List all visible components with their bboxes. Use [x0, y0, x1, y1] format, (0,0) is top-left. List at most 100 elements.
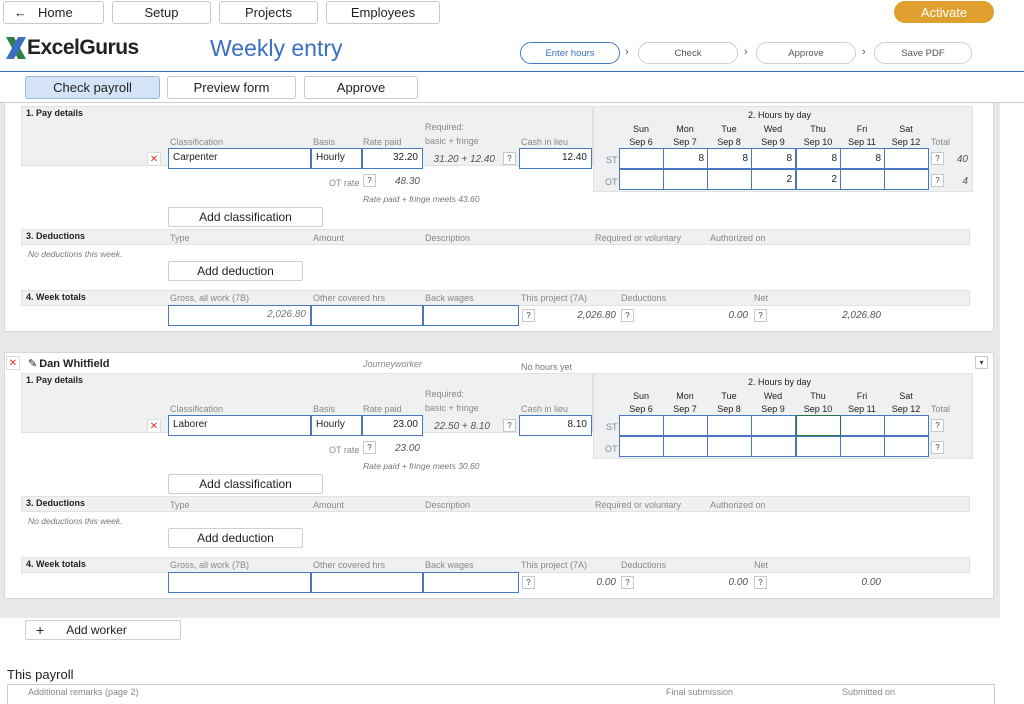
hours-by-day-label: 2. Hours by day [748, 110, 812, 120]
ot-hours-cell[interactable] [796, 436, 841, 457]
help-icon[interactable]: ? [931, 419, 944, 432]
st-hours-cell[interactable] [796, 415, 841, 436]
basis-field[interactable]: Hourly [311, 415, 362, 436]
help-icon[interactable]: ? [931, 152, 944, 165]
help-icon[interactable]: ? [754, 309, 767, 322]
st-hours-cell[interactable]: 8 [796, 148, 841, 169]
rate-meets-note: Rate paid + fringe meets 30.60 [363, 461, 480, 471]
day-header: Mon Sep 7 [663, 123, 707, 149]
classification-field[interactable]: Laborer [168, 415, 311, 436]
deductions-value: 0.00 [728, 577, 748, 588]
add-classification-button[interactable]: Add classification [168, 474, 323, 494]
rate-paid-field[interactable]: 32.20 [362, 148, 423, 169]
cash-in-lieu-field[interactable]: 12.40 [519, 148, 592, 169]
step-save-pdf[interactable]: Save PDF [874, 42, 972, 64]
ot-hours-cell[interactable] [663, 436, 708, 457]
help-icon[interactable]: ? [522, 309, 535, 322]
help-icon[interactable]: ? [621, 309, 634, 322]
ot-hours-cell[interactable] [884, 169, 929, 190]
ot-hours-cell[interactable] [840, 169, 885, 190]
tab-preview-form[interactable]: Preview form [167, 76, 296, 99]
ot-hours-cell[interactable] [751, 436, 796, 457]
gross-label: Gross, all work (7B) [170, 293, 250, 303]
remove-classification-icon[interactable]: ✕ [147, 419, 161, 433]
edit-name[interactable]: ✎ Dan Whitfield [28, 357, 110, 371]
help-icon[interactable]: ? [621, 576, 634, 589]
logo: ExcelGurus [5, 35, 139, 61]
help-icon[interactable]: ? [503, 152, 516, 165]
ot-hours-cell[interactable]: 2 [796, 169, 841, 190]
step-enter-hours[interactable]: Enter hours [520, 42, 620, 64]
employees-button[interactable]: Employees [326, 1, 440, 24]
help-icon[interactable]: ? [522, 576, 535, 589]
ot-hours-cell[interactable] [619, 436, 664, 457]
this-project-label: This project (7A) [521, 293, 588, 303]
back-arrow-icon: ← [14, 5, 27, 20]
setup-button[interactable]: Setup [112, 1, 211, 24]
st-hours-cell[interactable] [840, 415, 885, 436]
home-button[interactable]: ← Home [3, 1, 104, 24]
st-hours-cell[interactable] [663, 415, 708, 436]
tab-approve[interactable]: Approve [304, 76, 418, 99]
authorized-on-label: Authorized on [710, 500, 766, 510]
help-icon[interactable]: ? [363, 174, 376, 187]
cash-in-lieu-field[interactable]: 8.10 [519, 415, 592, 436]
st-hours-cell[interactable]: 8 [663, 148, 708, 169]
tab-check-payroll[interactable]: Check payroll [25, 76, 160, 99]
pencil-icon: ✎ [28, 358, 38, 370]
help-icon[interactable]: ? [363, 441, 376, 454]
st-hours-cell[interactable]: 8 [840, 148, 885, 169]
help-icon[interactable]: ? [503, 419, 516, 432]
this-project-value: 2,026.80 [577, 310, 616, 321]
add-worker-button[interactable]: + Add worker [25, 620, 181, 640]
ot-hours-cell[interactable] [884, 436, 929, 457]
ot-hours-cell[interactable] [663, 169, 708, 190]
st-hours-cell[interactable] [619, 148, 664, 169]
add-deduction-button[interactable]: Add deduction [168, 261, 303, 281]
remove-classification-icon[interactable]: ✕ [147, 152, 161, 166]
add-deduction-button[interactable]: Add deduction [168, 528, 303, 548]
st-hours-cell[interactable] [751, 415, 796, 436]
other-hrs-field[interactable] [311, 572, 423, 593]
gross-field[interactable] [168, 572, 311, 593]
ot-hours-cell[interactable] [707, 436, 752, 457]
step-check[interactable]: Check [638, 42, 738, 64]
worker-name: Dan Whitfield [39, 357, 110, 370]
projects-button[interactable]: Projects [219, 1, 318, 24]
st-hours-cell[interactable]: 8 [751, 148, 796, 169]
cash-in-lieu-label: Cash in lieu [521, 137, 569, 147]
day-name: Sun [632, 124, 649, 134]
ot-hours-cell[interactable] [619, 169, 664, 190]
ot-rate-value: 48.30 [394, 176, 420, 187]
ot-hours-cell[interactable]: 2 [751, 169, 796, 190]
classification-field[interactable]: Carpenter [168, 148, 311, 169]
collapse-toggle-icon[interactable]: ▾ [975, 356, 988, 369]
remove-worker-icon[interactable]: ✕ [6, 356, 20, 370]
this-project-label: This project (7A) [521, 560, 588, 570]
other-hrs-field[interactable] [311, 305, 423, 326]
add-classification-button[interactable]: Add classification [168, 207, 323, 227]
deductions-col-label: Deductions [621, 293, 667, 303]
gross-field[interactable]: 2,026.80 [168, 305, 311, 326]
basis-field[interactable]: Hourly [311, 148, 362, 169]
day-name: Fri [856, 391, 868, 401]
help-icon[interactable]: ? [754, 576, 767, 589]
st-hours-cell[interactable]: 8 [707, 148, 752, 169]
ot-rate-label: OT rate [329, 178, 360, 188]
activate-button[interactable]: Activate [894, 1, 994, 23]
ot-hours-cell[interactable] [707, 169, 752, 190]
ot-hours-cell[interactable] [840, 436, 885, 457]
rate-paid-field[interactable]: 23.00 [362, 415, 423, 436]
deductions-header: 3. Deductions [21, 229, 970, 245]
step-approve[interactable]: Approve [756, 42, 856, 64]
week-totals-header: 4. Week totals [21, 290, 970, 306]
back-wages-field[interactable] [423, 305, 519, 326]
help-icon[interactable]: ? [931, 441, 944, 454]
st-hours-cell[interactable] [884, 148, 929, 169]
ot-rate-label: OT rate [329, 445, 360, 455]
st-hours-cell[interactable] [619, 415, 664, 436]
st-hours-cell[interactable] [707, 415, 752, 436]
help-icon[interactable]: ? [931, 174, 944, 187]
back-wages-field[interactable] [423, 572, 519, 593]
st-hours-cell[interactable] [884, 415, 929, 436]
